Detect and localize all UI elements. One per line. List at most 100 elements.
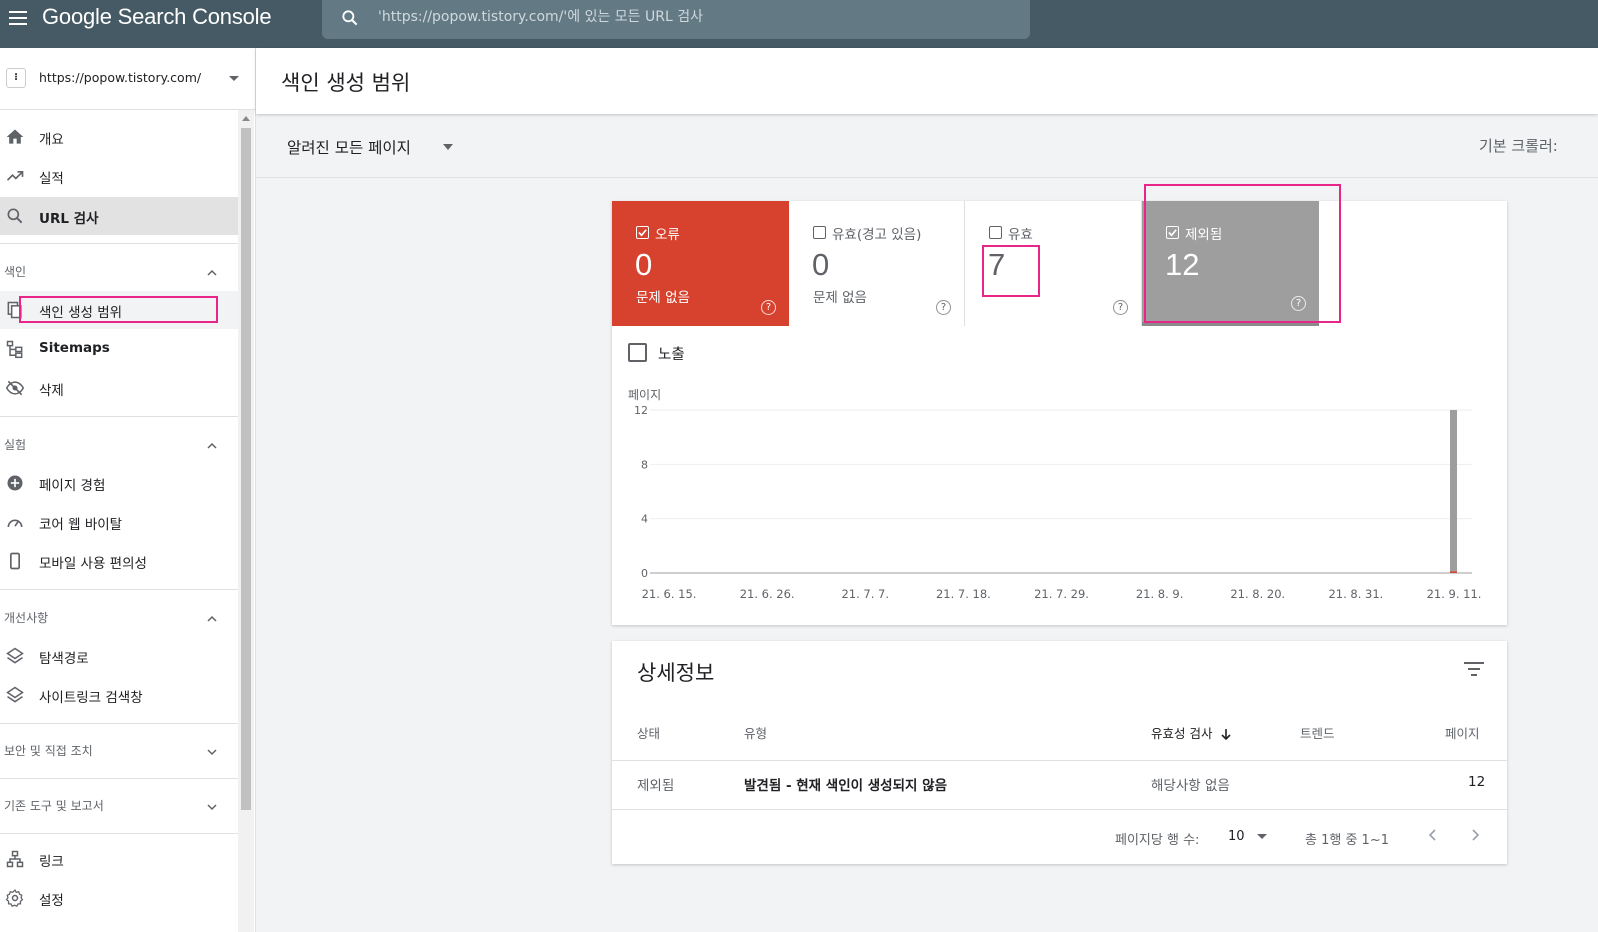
details-card: 상세정보 상태 유형 유효성 검사 트렌드 페이지 제외됨 발견됨 - 현재 색… (612, 641, 1507, 864)
layers-icon (6, 647, 24, 664)
checkbox-checked-icon[interactable] (636, 226, 649, 239)
chart-xtick-label: 21. 8. 31. (1328, 587, 1383, 601)
sidebar-item-performance[interactable]: 실적 (0, 157, 238, 195)
checkbox-unchecked-icon[interactable] (989, 226, 1002, 239)
tile-sub: 문제 없음 (636, 290, 690, 306)
sidebar-item-settings[interactable]: 설정 (0, 879, 238, 917)
scroll-thumb[interactable] (241, 128, 251, 810)
chart-xtick-label: 21. 7. 18. (936, 587, 991, 601)
tile-label: 유효 (1008, 227, 1033, 243)
column-header-validation[interactable]: 유효성 검사 (1151, 723, 1232, 742)
tile-error[interactable]: 오류 0 문제 없음 ? (612, 201, 789, 326)
section-header-enhancements[interactable]: 개선사항 (4, 609, 48, 626)
cell-pages: 12 (1468, 774, 1486, 790)
sidebar-item-sitelinks-searchbox[interactable]: 사이트링크 검색창 (0, 676, 238, 714)
visibility-off-icon (5, 380, 25, 396)
checkbox-unchecked-icon[interactable] (813, 226, 826, 239)
chevron-left-icon[interactable] (1426, 827, 1440, 843)
chevron-down-icon (229, 76, 239, 81)
layers-icon (6, 686, 24, 703)
column-header-type[interactable]: 유형 (744, 723, 767, 742)
app-brand[interactable]: Google Search Console (42, 4, 272, 30)
url-inspect-input[interactable] (378, 9, 998, 25)
tile-label: 오류 (655, 227, 680, 243)
tile-value: 0 (635, 247, 653, 282)
sidebar-item-breadcrumbs[interactable]: 탐색경로 (0, 637, 238, 675)
column-header-trend[interactable]: 트렌드 (1300, 723, 1335, 742)
sidebar-scrollbar[interactable] (238, 110, 254, 932)
property-selector[interactable]: ⁝ https://popow.tistory.com/ (0, 48, 256, 110)
chevron-up-icon[interactable] (206, 440, 218, 452)
sidebar-divider (0, 589, 238, 590)
chart-bar (1450, 571, 1457, 573)
chevron-down-icon[interactable] (206, 801, 218, 813)
chart-ytick-label: 8 (641, 458, 648, 471)
sidebar-item-label: 실적 (39, 171, 64, 187)
section-header-experience[interactable]: 실험 (4, 436, 26, 453)
smartphone-icon (10, 552, 20, 570)
column-header-status[interactable]: 상태 (637, 723, 660, 742)
url-inspect-search[interactable] (322, 0, 1030, 39)
chevron-down-icon[interactable] (1257, 834, 1267, 839)
sidebar-item-label: 모바일 사용 편의성 (39, 556, 147, 572)
sidebar-item-label: 링크 (39, 854, 64, 870)
pagination-range: 총 1행 중 1~1 (1305, 833, 1389, 848)
chart-xtick-label: 21. 7. 29. (1034, 587, 1089, 601)
sidebar-divider (0, 243, 238, 244)
sidebar-item-overview[interactable]: 개요 (0, 118, 238, 156)
main-header: 색인 생성 범위 (256, 48, 1598, 114)
trending-up-icon (6, 171, 24, 181)
chart-ytick-label: 12 (634, 404, 648, 417)
help-icon[interactable]: ? (936, 300, 951, 315)
impressions-label: 노출 (658, 347, 685, 363)
help-icon[interactable]: ? (1113, 300, 1128, 315)
sidebar-item-label: 개요 (39, 132, 64, 148)
chevron-down-icon[interactable] (206, 746, 218, 758)
chevron-down-icon[interactable] (443, 144, 453, 150)
rows-per-page-select[interactable]: 10 (1228, 829, 1245, 844)
cell-type: 발견됨 - 현재 색인이 생성되지 않음 (744, 778, 947, 794)
chart-xtick-label: 21. 7. 7. (841, 587, 889, 601)
chevron-right-icon[interactable] (1468, 827, 1482, 843)
row-divider (612, 809, 1507, 810)
chart-xtick-label: 21. 6. 15. (642, 587, 697, 601)
sidebar-item-page-experience[interactable]: 페이지 경험 (0, 464, 238, 502)
details-title: 상세정보 (637, 661, 715, 685)
filter-list-icon[interactable] (1464, 661, 1484, 677)
search-icon (342, 10, 358, 26)
help-icon[interactable]: ? (761, 300, 776, 315)
sidebar-item-url-inspection[interactable]: URL 검사 (0, 197, 238, 235)
sidebar-item-removals[interactable]: 삭제 (0, 369, 238, 407)
section-header-index[interactable]: 색인 (4, 263, 26, 280)
column-header-pages[interactable]: 페이지 (1445, 723, 1480, 742)
coverage-chart: 0 4 8 12 21. 6. 15. 21. 6. 26. 21. 7. 7. 21. 7.… (634, 404, 1481, 601)
links-icon (6, 850, 24, 868)
sidebar-item-sitemaps[interactable]: Sitemaps (0, 330, 238, 368)
arrow-down-icon (1221, 729, 1232, 741)
page-filter-select[interactable]: 알려진 모든 페이지 (287, 136, 411, 158)
chevron-up-icon[interactable] (206, 613, 218, 625)
tile-valid-with-warnings[interactable]: 유효(경고 있음) 0 문제 없음 ? (789, 201, 965, 326)
chart-ytick-label: 0 (641, 567, 648, 580)
property-url: https://popow.tistory.com/ (39, 70, 202, 85)
scroll-up-arrow[interactable] (242, 116, 250, 121)
chart-xtick-label: 21. 8. 20. (1230, 587, 1285, 601)
sidebar-item-label: Sitemaps (39, 340, 110, 356)
chart-bar (1450, 410, 1457, 573)
section-header-security[interactable]: 보안 및 직접 조치 (4, 742, 93, 759)
chevron-up-icon[interactable] (206, 267, 218, 279)
row-divider (612, 760, 1507, 761)
sidebar-item-core-web-vitals[interactable]: 코어 웹 바이탈 (0, 503, 238, 541)
sidebar-divider (0, 778, 238, 779)
chart-xtick-label: 21. 6. 26. (740, 587, 795, 601)
cell-validation: 해당사항 없음 (1151, 778, 1230, 794)
sidebar-item-mobile-usability[interactable]: 모바일 사용 편의성 (0, 542, 238, 580)
menu-icon[interactable] (6, 6, 30, 30)
filter-bar: 알려진 모든 페이지 기본 크롤러: (256, 118, 1598, 178)
home-icon (6, 129, 24, 144)
sidebar-item-links[interactable]: 링크 (0, 840, 238, 878)
section-header-legacy[interactable]: 기존 도구 및 보고서 (4, 797, 104, 814)
primary-crawler-label: 기본 크롤러: (1479, 137, 1558, 155)
chart-xtick-label: 21. 8. 9. (1136, 587, 1184, 601)
impressions-checkbox[interactable] (628, 343, 647, 362)
